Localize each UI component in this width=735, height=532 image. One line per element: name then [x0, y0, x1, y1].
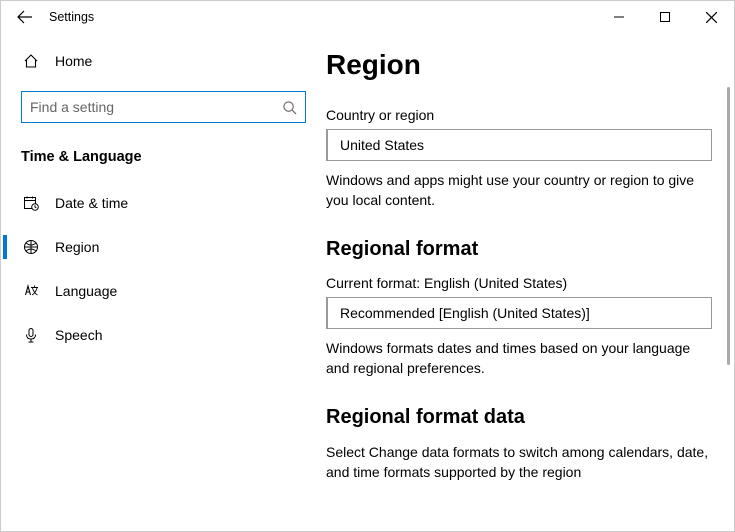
minimize-button[interactable]: [596, 1, 642, 33]
nav: Date & time Region Language Speech: [1, 181, 326, 357]
country-label: Country or region: [326, 107, 712, 123]
maximize-icon: [660, 12, 670, 22]
close-icon: [706, 12, 717, 23]
back-button[interactable]: [9, 1, 41, 33]
search-icon: [282, 100, 297, 115]
window-controls: [596, 1, 734, 33]
sidebar-item-date-time[interactable]: Date & time: [1, 181, 326, 225]
home-link[interactable]: Home: [1, 45, 326, 77]
country-hint: Windows and apps might use your country …: [326, 171, 712, 210]
page-title: Region: [326, 49, 712, 81]
sidebar-item-speech[interactable]: Speech: [1, 313, 326, 357]
language-icon: [21, 283, 41, 299]
content: Region Country or region United States W…: [326, 33, 734, 531]
close-button[interactable]: [688, 1, 734, 33]
sidebar-item-label: Date & time: [41, 195, 128, 211]
home-label: Home: [41, 53, 92, 69]
home-icon: [21, 53, 41, 69]
sidebar-item-language[interactable]: Language: [1, 269, 326, 313]
arrow-left-icon: [17, 9, 33, 25]
category-title: Time & Language: [1, 123, 326, 181]
minimize-icon: [614, 12, 624, 22]
regional-format-heading: Regional format: [326, 238, 712, 261]
sidebar-item-label: Language: [41, 283, 117, 299]
scrollbar[interactable]: [727, 87, 730, 365]
window-title: Settings: [41, 10, 94, 24]
regional-format-hint: Windows formats dates and times based on…: [326, 339, 712, 378]
sidebar-item-label: Speech: [41, 327, 102, 343]
sidebar-item-label: Region: [41, 239, 99, 255]
calendar-clock-icon: [21, 195, 41, 211]
regional-format-select[interactable]: Recommended [English (United States)]: [326, 297, 712, 329]
maximize-button[interactable]: [642, 1, 688, 33]
regional-format-data-hint: Select Change data formats to switch amo…: [326, 443, 712, 482]
sidebar: Home Time & Language Date & time Region: [1, 33, 326, 531]
microphone-icon: [21, 327, 41, 343]
search-input[interactable]: [30, 93, 282, 121]
country-select-value: United States: [340, 137, 424, 153]
search-input-container[interactable]: [21, 91, 306, 123]
sidebar-item-region[interactable]: Region: [1, 225, 326, 269]
regional-format-data-heading: Regional format data: [326, 406, 712, 429]
regional-format-select-value: Recommended [English (United States)]: [340, 305, 590, 321]
regional-format-current-label: Current format: English (United States): [326, 275, 712, 291]
globe-icon: [21, 239, 41, 255]
country-select[interactable]: United States: [326, 129, 712, 161]
